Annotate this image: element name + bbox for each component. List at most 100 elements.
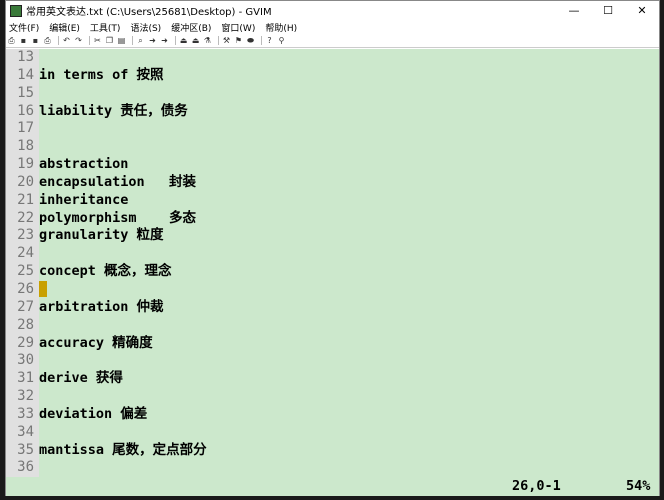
line-number: 14 — [6, 66, 39, 85]
run-script-icon[interactable]: ⚗ — [203, 36, 212, 45]
minimize-button[interactable]: — — [557, 1, 591, 20]
paste-icon[interactable]: ▤ — [117, 36, 126, 45]
line-text: mantissa 尾数，定点部分 — [39, 441, 207, 458]
editor-line: 14 in terms of 按照 — [6, 66, 659, 85]
menu-item[interactable]: 缓冲区(B) — [171, 21, 211, 34]
editor-line: 32 — [6, 388, 659, 406]
toolbar-separator — [261, 36, 262, 45]
line-number: 13 — [6, 49, 39, 67]
make-icon[interactable]: ⚒ — [222, 36, 231, 45]
editor-line: 17 — [6, 120, 659, 139]
open-icon[interactable]: ⎙ — [7, 36, 16, 45]
editor-line: 13 — [6, 49, 659, 67]
line-number: 19 — [6, 156, 39, 174]
copy-icon[interactable]: ❐ — [105, 36, 114, 45]
editor-line: 35 mantissa 尾数，定点部分 — [6, 441, 659, 460]
editor-line: 30 — [6, 352, 659, 371]
find-icon[interactable]: ⌕ — [136, 36, 145, 45]
ctags-icon[interactable]: ⚑ — [234, 36, 243, 45]
jump-tag-icon[interactable]: ⬬ — [246, 36, 255, 45]
line-text: in terms of 按照 — [39, 66, 164, 83]
print-icon[interactable]: ⎙ — [43, 36, 52, 45]
help-icon[interactable]: ? — [265, 36, 274, 45]
line-text: granularity 粒度 — [39, 227, 164, 244]
line-text: deviation 偏差 — [39, 405, 148, 422]
editor-line: 23 granularity 粒度 — [6, 227, 659, 246]
line-number: 23 — [6, 227, 39, 246]
line-number: 17 — [6, 120, 39, 139]
line-number: 35 — [6, 441, 39, 460]
line-number: 15 — [6, 84, 39, 103]
line-text: concept 概念，理念 — [39, 263, 172, 280]
menu-item[interactable]: 帮助(H) — [265, 21, 297, 34]
undo-icon[interactable]: ↶ — [62, 36, 71, 45]
editor-line: 26 — [6, 280, 659, 299]
line-number: 28 — [6, 316, 39, 335]
menu-item[interactable]: 语法(S) — [130, 21, 161, 34]
load-session-icon[interactable]: ⏏ — [179, 36, 188, 45]
cursor-position: 26,0-1 — [512, 478, 561, 494]
line-number: 30 — [6, 352, 39, 371]
line-number: 36 — [6, 459, 39, 478]
line-number: 16 — [6, 102, 39, 121]
toolbar: ⎙ ▪ ▪ ⎙ ↶ ↷ ✂ ❐ ▤ ⌕ ➜ ➜ ⏏ ⏏ ⚗ ⚒ ⚑ ⬬? ⚲ — [6, 34, 659, 48]
line-number: 34 — [6, 423, 39, 442]
line-text: abstraction — [39, 156, 129, 173]
menu-item[interactable]: 文件(F) — [9, 21, 39, 34]
editor-line: 34 — [6, 423, 659, 442]
line-number: 22 — [6, 209, 39, 228]
line-text: derive 获得 — [39, 370, 123, 387]
line-number: 25 — [6, 263, 39, 281]
editor-line: 22 polymorphism 多态 — [6, 209, 659, 228]
editor-line: 25 concept 概念，理念 — [6, 263, 659, 281]
close-button[interactable]: ✕ — [625, 1, 659, 20]
save-session-icon[interactable]: ⏏ — [191, 36, 200, 45]
toolbar-separator — [218, 36, 219, 45]
editor-line: 31 derive 获得 — [6, 370, 659, 389]
toolbar-separator — [175, 36, 176, 45]
editor-line: 19 abstraction — [6, 156, 659, 174]
line-number: 27 — [6, 298, 39, 317]
line-number: 20 — [6, 173, 39, 192]
save-icon[interactable]: ▪ — [19, 36, 28, 45]
line-number: 26 — [6, 280, 39, 299]
find-prev-icon[interactable]: ➜ — [160, 36, 169, 45]
cut-icon[interactable]: ✂ — [93, 36, 102, 45]
line-text: liability 责任，债务 — [39, 102, 188, 119]
find-next-icon[interactable]: ➜ — [148, 36, 157, 45]
text-editor[interactable]: 13 14 in terms of 按照 15 16 liability 责任，债务 17 1… — [6, 49, 659, 496]
editor-line: 16 liability 责任，债务 — [6, 102, 659, 121]
toolbar-separator — [58, 36, 59, 45]
editor-line: 15 — [6, 84, 659, 103]
status-line: 26,0-1 54% — [6, 477, 659, 495]
line-number: 32 — [6, 388, 39, 406]
window-title: 常用英文表达.txt (C:\Users\25681\Desktop) - GV… — [26, 7, 272, 18]
editor-line: 18 — [6, 138, 659, 157]
editor-line: 36 — [6, 459, 659, 478]
editor-line: 33 deviation 偏差 — [6, 405, 659, 424]
text-cursor — [39, 280, 47, 297]
editor-line: 29 accuracy 精确度 — [6, 334, 659, 353]
editor-line: 27 arbitration 仲裁 — [6, 298, 659, 317]
menu-item[interactable]: 窗口(W) — [221, 21, 255, 34]
menu-item[interactable]: 编辑(E) — [49, 21, 80, 34]
redo-icon[interactable]: ↷ — [74, 36, 83, 45]
editor-line: 24 — [6, 245, 659, 264]
line-number: 29 — [6, 334, 39, 353]
line-number: 33 — [6, 405, 39, 424]
line-number: 31 — [6, 370, 39, 389]
line-number: 18 — [6, 138, 39, 157]
line-text: accuracy 精确度 — [39, 334, 153, 351]
title-bar: 常用英文表达.txt (C:\Users\25681\Desktop) - GV… — [6, 1, 659, 20]
menu-item[interactable]: 工具(T) — [90, 21, 121, 34]
line-text: polymorphism 多态 — [39, 209, 197, 226]
scroll-percent: 54% — [626, 478, 651, 494]
find-help-icon[interactable]: ⚲ — [277, 36, 286, 45]
maximize-button[interactable]: ☐ — [591, 1, 625, 20]
line-text: arbitration 仲裁 — [39, 298, 164, 315]
save-all-icon[interactable]: ▪ — [31, 36, 40, 45]
gvim-window: 常用英文表达.txt (C:\Users\25681\Desktop) - GV… — [5, 0, 660, 496]
line-number: 21 — [6, 191, 39, 210]
line-text: inheritance — [39, 191, 129, 208]
editor-line: 20 encapsulation 封装 — [6, 173, 659, 192]
